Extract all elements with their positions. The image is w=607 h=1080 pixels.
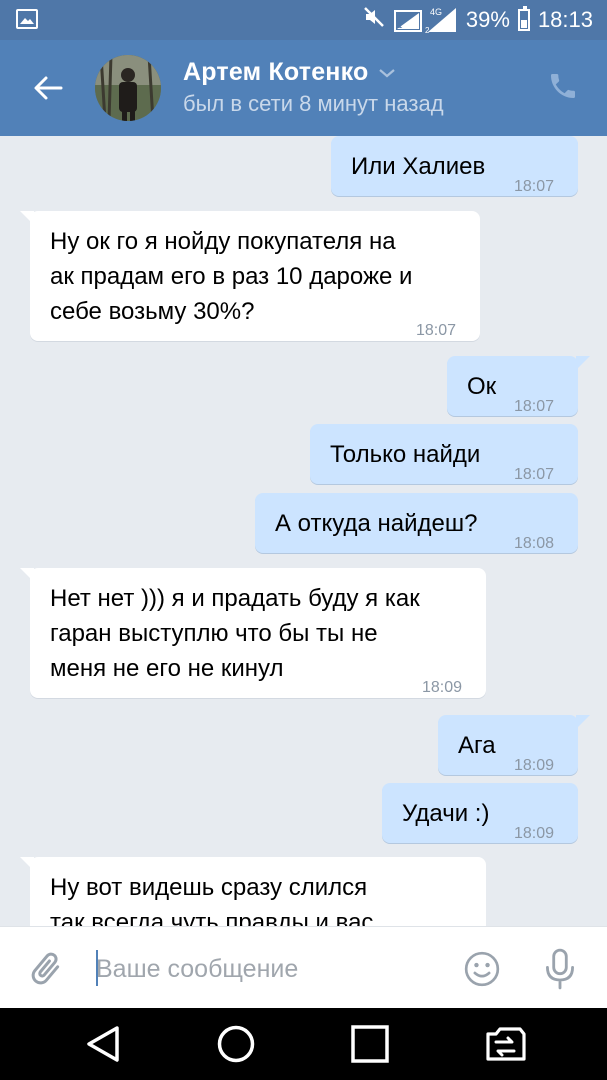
- back-button[interactable]: [30, 70, 66, 106]
- message-time: 18:09: [514, 825, 555, 842]
- message-text: Только найди: [330, 441, 481, 468]
- message-text: Или Халиев: [351, 153, 486, 180]
- message-outgoing[interactable]: Ага 18:09: [438, 715, 590, 775]
- nav-back-button[interactable]: [84, 1024, 124, 1064]
- message-incoming[interactable]: Нет нет ))) я и прадать буду я как гаран…: [20, 568, 486, 698]
- battery-icon: [517, 6, 530, 31]
- home-circle-icon: [217, 1025, 255, 1063]
- message-time: 18:07: [514, 466, 555, 483]
- message-outgoing[interactable]: Только найди 18:07: [310, 424, 578, 484]
- message-time: 18:07: [514, 398, 555, 415]
- svg-text:4G: 4G: [430, 7, 442, 17]
- call-button[interactable]: [547, 70, 583, 106]
- avatar[interactable]: [95, 55, 161, 121]
- status-bar: 1 2 4G 39% 18:13: [0, 0, 607, 40]
- message-incoming[interactable]: Ну вот видешь сразу слился так всегда чу…: [20, 857, 486, 926]
- gallery-icon: [16, 9, 38, 29]
- message-outgoing[interactable]: Ок 18:07: [447, 356, 590, 416]
- back-arrow-icon: [34, 76, 63, 100]
- message-text: Нет нет ))) я и прадать буду я как гаран…: [50, 585, 420, 682]
- back-triangle-icon: [87, 1026, 119, 1062]
- nav-sim-switch-button[interactable]: [482, 1024, 526, 1064]
- switch-sim-icon: [486, 1027, 526, 1061]
- message-outgoing[interactable]: А откуда найдеш? 18:08: [255, 493, 578, 553]
- message-input[interactable]: [96, 947, 446, 991]
- message-incoming[interactable]: Ну ок го я нойду покупателя на ак прадам…: [20, 211, 480, 341]
- message-text: Ок: [467, 373, 497, 400]
- message-time: 18:09: [422, 679, 463, 696]
- clock: 18:13: [537, 7, 593, 32]
- message-time: 18:07: [514, 178, 555, 195]
- chat-header: Артем Котенко был в сети 8 минут назад: [0, 40, 607, 136]
- message-time: 18:08: [514, 535, 555, 552]
- nav-recents-button[interactable]: [350, 1024, 390, 1064]
- message-text: Ну вот видешь сразу слился так всегда чу…: [50, 874, 374, 926]
- message-list[interactable]: Или Халиев 18:07 Ну ок го я нойду покупа…: [0, 136, 607, 926]
- message-time: 18:07: [416, 322, 457, 339]
- message-outgoing[interactable]: Или Халиев 18:07: [331, 136, 578, 196]
- recents-square-icon: [351, 1025, 389, 1063]
- voice-message-button[interactable]: [541, 947, 579, 991]
- mute-icon: [362, 5, 386, 35]
- chevron-down-icon: [379, 68, 396, 77]
- emoji-icon: [464, 951, 500, 987]
- svg-text:2: 2: [425, 26, 430, 34]
- paperclip-icon: [31, 952, 60, 985]
- message-text: Ну ок го я нойду покупателя на ак прадам…: [50, 228, 413, 325]
- message-text: Ага: [458, 732, 496, 759]
- contact-name: Артем Котенко: [183, 58, 369, 86]
- attach-button[interactable]: [26, 949, 66, 989]
- svg-text:1: 1: [398, 21, 403, 30]
- system-nav-bar: [0, 1008, 607, 1080]
- contact-status: был в сети 8 минут назад: [183, 91, 444, 116]
- message-text: А откуда найдеш?: [275, 510, 478, 537]
- phone-icon: [551, 74, 575, 98]
- emoji-button[interactable]: [463, 950, 501, 988]
- signal-icon: 1 2 4G: [393, 6, 458, 34]
- nav-home-button[interactable]: [216, 1024, 256, 1064]
- message-time: 18:09: [514, 757, 555, 774]
- microphone-icon: [546, 948, 574, 990]
- message-text: Удачи :): [402, 800, 490, 827]
- message-outgoing[interactable]: Удачи :) 18:09: [382, 783, 578, 843]
- battery-percent: 39%: [465, 7, 510, 32]
- compose-bar: [0, 926, 607, 1009]
- contact-title[interactable]: Артем Котенко: [183, 58, 396, 87]
